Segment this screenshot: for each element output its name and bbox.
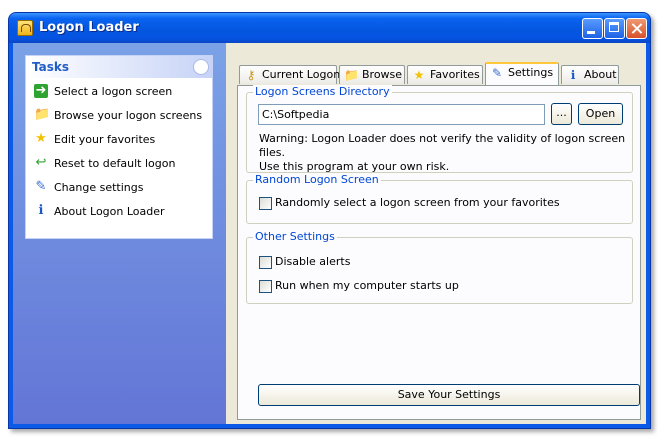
- task-label: Reset to default logon: [54, 157, 176, 170]
- random-group-label: Random Logon Screen: [253, 173, 381, 186]
- warning-line-1: Warning: Logon Loader does not verify th…: [259, 132, 626, 159]
- maximize-button[interactable]: [604, 18, 625, 39]
- tab-current-logon[interactable]: ⚷ Current Logon: [239, 65, 341, 84]
- tab-favorites[interactable]: ★ Favorites: [407, 65, 483, 84]
- info-icon: ℹ: [38, 203, 44, 218]
- run-startup-label: Run when my computer starts up: [275, 279, 459, 292]
- minimize-button[interactable]: [582, 18, 603, 39]
- info-icon: ℹ: [570, 68, 576, 82]
- star-icon: ★: [35, 131, 47, 146]
- tab-label: Settings: [508, 66, 554, 79]
- folder-icon: 📁: [344, 68, 359, 82]
- task-edit-favorites[interactable]: ★ Edit your favorites: [26, 132, 212, 156]
- random-logon-group: Random Logon Screen Randomly select a lo…: [246, 173, 633, 224]
- folder-icon: 📁: [34, 107, 51, 122]
- browse-directory-button[interactable]: ...: [551, 103, 572, 125]
- title-bar[interactable]: Logon Loader: [9, 13, 650, 43]
- directory-group-label: Logon Screens Directory: [253, 85, 392, 98]
- window-title: Logon Loader: [39, 20, 139, 35]
- task-select-logon[interactable]: ➜ Select a logon screen: [26, 84, 212, 108]
- warning-line-2: Use this program at your own risk.: [259, 160, 450, 173]
- close-button[interactable]: [626, 18, 647, 39]
- tab-browse[interactable]: 📁 Browse: [339, 65, 405, 84]
- task-label: Change settings: [54, 181, 144, 194]
- tasks-box: Tasks ➜ Select a logon screen 📁 Browse y…: [25, 55, 213, 239]
- green-arrow-icon: ➜: [34, 83, 48, 98]
- tab-label: About: [584, 68, 617, 81]
- random-logon-checkbox[interactable]: [259, 197, 272, 210]
- settings-icon: ✎: [35, 179, 47, 194]
- settings-icon: ✎: [491, 66, 503, 80]
- directory-group: Logon Screens Directory C:\Softpedia ...…: [246, 85, 633, 174]
- task-label: Edit your favorites: [54, 133, 156, 146]
- disable-alerts-checkbox[interactable]: [259, 256, 272, 269]
- task-pane: Tasks ➜ Select a logon screen 📁 Browse y…: [13, 43, 226, 424]
- task-reset-default[interactable]: ↩ Reset to default logon: [26, 156, 212, 180]
- other-settings-group: Other Settings Disable alerts Run when m…: [246, 230, 633, 304]
- tasks-header[interactable]: Tasks: [26, 56, 212, 78]
- task-browse[interactable]: 📁 Browse your logon screens: [26, 108, 212, 132]
- tab-about[interactable]: ℹ About: [561, 65, 619, 84]
- warning-text: Warning: Logon Loader does not verify th…: [259, 132, 632, 174]
- key-icon: ⚷: [246, 68, 256, 82]
- task-change-settings[interactable]: ✎ Change settings: [26, 180, 212, 204]
- app-lock-icon: [17, 20, 33, 36]
- logon-loader-window: Logon Loader Tasks ➜ Select a logon scre…: [8, 12, 651, 429]
- star-icon: ★: [413, 68, 425, 82]
- collapse-button[interactable]: [193, 59, 209, 75]
- save-settings-button[interactable]: Save Your Settings: [258, 384, 640, 406]
- task-label: Select a logon screen: [54, 85, 173, 98]
- directory-field[interactable]: C:\Softpedia: [258, 104, 545, 125]
- tab-settings[interactable]: ✎ Settings: [485, 62, 559, 85]
- task-label: Browse your logon screens: [54, 109, 203, 122]
- task-about[interactable]: ℹ About Logon Loader: [26, 204, 212, 228]
- tab-label: Favorites: [430, 68, 480, 81]
- run-startup-checkbox[interactable]: [259, 280, 272, 293]
- tasks-title: Tasks: [32, 60, 70, 74]
- random-logon-label: Randomly select a logon screen from your…: [275, 196, 560, 209]
- tab-label: Browse: [362, 68, 403, 81]
- settings-panel: Logon Screens Directory C:\Softpedia ...…: [237, 85, 641, 420]
- client-area: Tasks ➜ Select a logon screen 📁 Browse y…: [13, 43, 646, 424]
- open-button[interactable]: Open: [578, 103, 623, 125]
- disable-alerts-label: Disable alerts: [275, 255, 351, 268]
- green-back-arrow-icon: ↩: [35, 155, 47, 170]
- other-group-label: Other Settings: [253, 230, 337, 243]
- task-list: ➜ Select a logon screen 📁 Browse your lo…: [26, 78, 212, 228]
- task-label: About Logon Loader: [54, 205, 165, 218]
- tab-label: Current Logon: [262, 68, 341, 81]
